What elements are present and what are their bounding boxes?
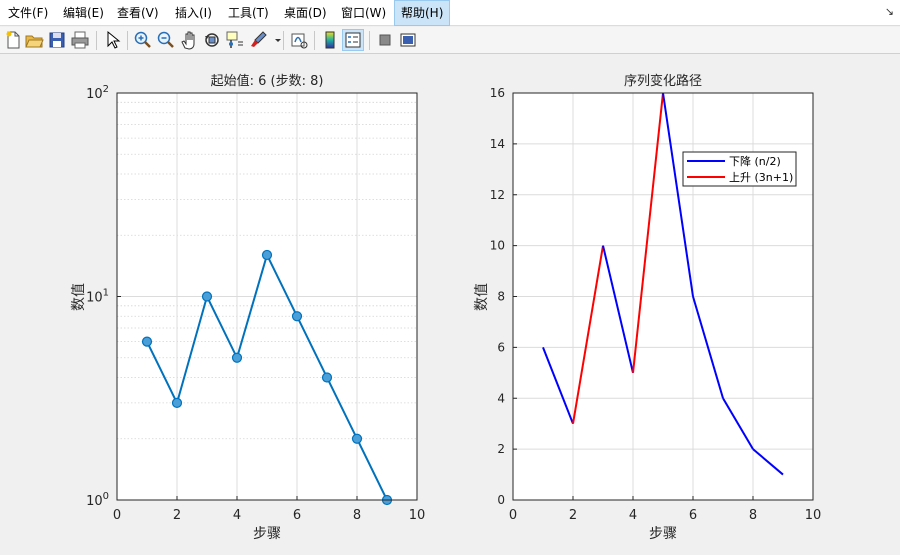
menu-insert[interactable]: 插入(I): [169, 0, 218, 26]
data-point-marker: [351, 433, 363, 444]
data-point-marker: [141, 336, 153, 347]
legend-label-descend: 下降 (n/2): [729, 154, 781, 168]
hide-plot-tools-icon[interactable]: [375, 30, 395, 50]
x-tick-label: 0: [509, 508, 517, 523]
toolbar-separator: [96, 31, 97, 50]
brush-icon[interactable]: [248, 30, 268, 50]
toolbar: [0, 27, 900, 54]
x-tick-label: 2: [173, 508, 181, 523]
menu-desktop[interactable]: 桌面(D): [278, 0, 333, 26]
brush-dropdown-icon[interactable]: [268, 30, 281, 50]
menu-file[interactable]: 文件(F): [2, 0, 54, 26]
data-point-marker: [261, 249, 273, 261]
data-point-marker: [201, 291, 213, 302]
y-tick-label: 0: [497, 493, 505, 507]
new-figure-icon[interactable]: [3, 30, 23, 50]
menu-edit[interactable]: 编辑(E): [57, 0, 110, 26]
y-tick-label: 16: [490, 86, 505, 100]
toolbar-separator: [369, 31, 370, 50]
data-point-marker: [231, 352, 243, 363]
legend-label-ascend: 上升 (3n+1): [729, 171, 793, 184]
y-tick-label: 100: [86, 491, 109, 509]
x-tick-label: 8: [353, 508, 361, 523]
x-tick-label: 10: [409, 508, 426, 523]
right-axes[interactable]: 0 2 4 6 8 10 12 14 16 0 2 4 6 8 10 序列变化路径 步骤 数值 下降 (n/…: [474, 73, 821, 542]
y-tick-label: 10: [490, 239, 505, 253]
y-tick-label: 101: [86, 288, 109, 306]
menu-view[interactable]: 查看(V): [111, 0, 165, 26]
toolbar-separator: [283, 31, 284, 50]
x-tick-label: 2: [569, 508, 577, 523]
save-icon[interactable]: [47, 30, 67, 50]
open-file-icon[interactable]: [24, 30, 44, 50]
x-tick-label: 4: [233, 508, 241, 523]
zoom-in-icon[interactable]: [133, 30, 153, 50]
right-y-axis-label: 数值: [474, 283, 490, 311]
data-point-marker: [291, 311, 303, 322]
right-chart-title: 序列变化路径: [624, 73, 702, 89]
y-tick-label: 2: [497, 442, 505, 456]
select-pointer-icon[interactable]: [103, 30, 123, 50]
toolbar-separator: [314, 31, 315, 50]
y-tick-label: 8: [497, 290, 505, 304]
rotate-3d-icon[interactable]: [202, 30, 222, 50]
y-tick-label: 4: [497, 391, 505, 405]
pan-hand-icon[interactable]: [179, 30, 199, 50]
menu-window[interactable]: 窗口(W): [335, 0, 392, 26]
y-tick-label: 102: [86, 84, 109, 102]
left-chart-title: 起始值: 6 (步数: 8): [211, 73, 324, 89]
menu-help[interactable]: 帮助(H): [394, 0, 451, 26]
figure-canvas: 1001011020 2 4 6 8 10 起始值: 6 (步数: 8) 步骤 数值 02…: [71, 73, 821, 542]
x-tick-label: 6: [293, 508, 301, 523]
show-plot-tools-icon[interactable]: [398, 30, 418, 50]
legend[interactable]: 下降 (n/2) 上升 (3n+1): [682, 151, 797, 187]
x-tick-label: 4: [629, 508, 637, 523]
data-point-marker: [171, 397, 183, 409]
data-point-marker: [321, 372, 333, 383]
toolbar-separator: [127, 31, 128, 50]
x-tick-label: 8: [749, 508, 757, 523]
left-y-axis-label: 数值: [71, 283, 87, 311]
insert-colorbar-icon[interactable]: [320, 30, 340, 50]
insert-legend-icon[interactable]: [342, 29, 364, 51]
menu-bar: 文件(F) 编辑(E) 查看(V) 插入(I) 工具(T) 桌面(D) 窗口(W…: [0, 0, 900, 26]
right-x-axis-label: 步骤: [649, 526, 677, 542]
left-x-axis-label: 步骤: [253, 526, 281, 542]
x-tick-label: 10: [805, 508, 822, 523]
data-cursor-icon[interactable]: [225, 30, 245, 50]
dock-arrow-icon[interactable]: ↘: [885, 5, 894, 18]
x-tick-label: 0: [113, 508, 121, 523]
y-tick-label: 6: [497, 340, 505, 354]
x-tick-label: 6: [689, 508, 697, 523]
menu-tools[interactable]: 工具(T): [222, 0, 275, 26]
link-plot-icon[interactable]: [289, 30, 309, 50]
print-icon[interactable]: [70, 30, 90, 50]
y-tick-label: 12: [490, 188, 505, 202]
y-tick-label: 14: [490, 137, 505, 151]
left-axes[interactable]: 100 101 102 0 2 4 6 8 10 起始值: 6 (步数: 8) 步骤 数值: [71, 73, 425, 542]
zoom-out-icon[interactable]: [156, 30, 176, 50]
